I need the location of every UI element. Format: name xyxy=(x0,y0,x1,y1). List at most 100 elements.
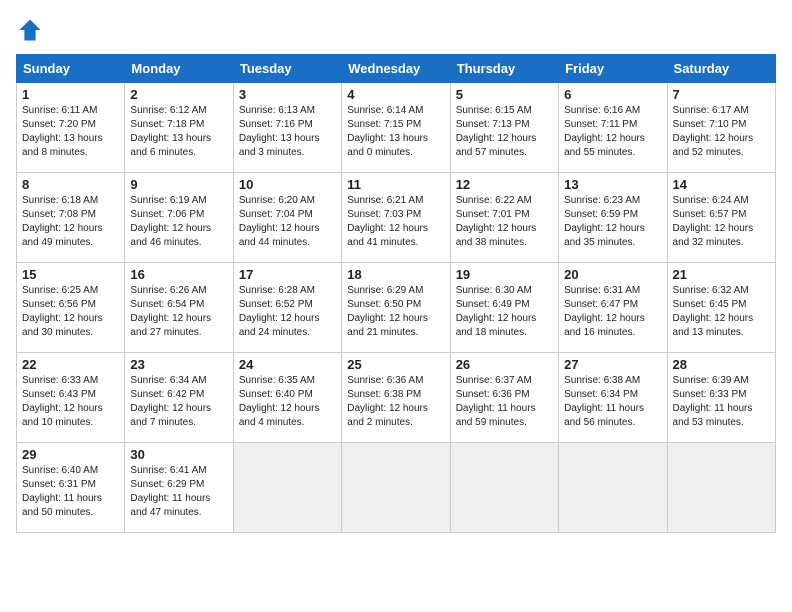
calendar-cell: 16 Sunrise: 6:26 AMSunset: 6:54 PMDaylig… xyxy=(125,263,233,353)
day-info: Sunrise: 6:15 AMSunset: 7:13 PMDaylight:… xyxy=(456,104,553,160)
day-number: 10 xyxy=(239,177,336,192)
col-header-saturday: Saturday xyxy=(667,55,775,83)
day-number: 1 xyxy=(22,87,119,102)
calendar-cell: 26 Sunrise: 6:37 AMSunset: 6:36 PMDaylig… xyxy=(450,353,558,443)
calendar-cell: 17 Sunrise: 6:28 AMSunset: 6:52 PMDaylig… xyxy=(233,263,341,353)
day-info: Sunrise: 6:19 AMSunset: 7:06 PMDaylight:… xyxy=(130,194,227,250)
day-info: Sunrise: 6:18 AMSunset: 7:08 PMDaylight:… xyxy=(22,194,119,250)
col-header-tuesday: Tuesday xyxy=(233,55,341,83)
day-info: Sunrise: 6:35 AMSunset: 6:40 PMDaylight:… xyxy=(239,374,336,430)
day-number: 14 xyxy=(673,177,770,192)
day-number: 19 xyxy=(456,267,553,282)
calendar-cell: 28 Sunrise: 6:39 AMSunset: 6:33 PMDaylig… xyxy=(667,353,775,443)
day-info: Sunrise: 6:13 AMSunset: 7:16 PMDaylight:… xyxy=(239,104,336,160)
calendar-cell: 15 Sunrise: 6:25 AMSunset: 6:56 PMDaylig… xyxy=(17,263,125,353)
day-info: Sunrise: 6:21 AMSunset: 7:03 PMDaylight:… xyxy=(347,194,444,250)
day-info: Sunrise: 6:26 AMSunset: 6:54 PMDaylight:… xyxy=(130,284,227,340)
day-number: 30 xyxy=(130,447,227,462)
calendar-cell: 20 Sunrise: 6:31 AMSunset: 6:47 PMDaylig… xyxy=(559,263,667,353)
day-info: Sunrise: 6:14 AMSunset: 7:15 PMDaylight:… xyxy=(347,104,444,160)
calendar-cell xyxy=(450,443,558,533)
calendar-cell: 10 Sunrise: 6:20 AMSunset: 7:04 PMDaylig… xyxy=(233,173,341,263)
calendar-cell: 3 Sunrise: 6:13 AMSunset: 7:16 PMDayligh… xyxy=(233,83,341,173)
calendar-cell: 22 Sunrise: 6:33 AMSunset: 6:43 PMDaylig… xyxy=(17,353,125,443)
day-number: 17 xyxy=(239,267,336,282)
day-number: 18 xyxy=(347,267,444,282)
week-row-3: 15 Sunrise: 6:25 AMSunset: 6:56 PMDaylig… xyxy=(17,263,776,353)
day-info: Sunrise: 6:32 AMSunset: 6:45 PMDaylight:… xyxy=(673,284,770,340)
day-number: 27 xyxy=(564,357,661,372)
day-info: Sunrise: 6:16 AMSunset: 7:11 PMDaylight:… xyxy=(564,104,661,160)
logo xyxy=(16,16,48,44)
calendar-cell: 5 Sunrise: 6:15 AMSunset: 7:13 PMDayligh… xyxy=(450,83,558,173)
week-row-1: 1 Sunrise: 6:11 AMSunset: 7:20 PMDayligh… xyxy=(17,83,776,173)
week-row-4: 22 Sunrise: 6:33 AMSunset: 6:43 PMDaylig… xyxy=(17,353,776,443)
calendar-cell: 14 Sunrise: 6:24 AMSunset: 6:57 PMDaylig… xyxy=(667,173,775,263)
day-number: 23 xyxy=(130,357,227,372)
calendar-table: SundayMondayTuesdayWednesdayThursdayFrid… xyxy=(16,54,776,533)
calendar-cell: 25 Sunrise: 6:36 AMSunset: 6:38 PMDaylig… xyxy=(342,353,450,443)
day-number: 7 xyxy=(673,87,770,102)
day-info: Sunrise: 6:12 AMSunset: 7:18 PMDaylight:… xyxy=(130,104,227,160)
col-header-monday: Monday xyxy=(125,55,233,83)
day-info: Sunrise: 6:33 AMSunset: 6:43 PMDaylight:… xyxy=(22,374,119,430)
logo-icon xyxy=(16,16,44,44)
calendar-cell: 9 Sunrise: 6:19 AMSunset: 7:06 PMDayligh… xyxy=(125,173,233,263)
col-header-thursday: Thursday xyxy=(450,55,558,83)
week-row-5: 29 Sunrise: 6:40 AMSunset: 6:31 PMDaylig… xyxy=(17,443,776,533)
day-info: Sunrise: 6:37 AMSunset: 6:36 PMDaylight:… xyxy=(456,374,553,430)
day-number: 4 xyxy=(347,87,444,102)
calendar-cell: 23 Sunrise: 6:34 AMSunset: 6:42 PMDaylig… xyxy=(125,353,233,443)
day-number: 12 xyxy=(456,177,553,192)
day-info: Sunrise: 6:41 AMSunset: 6:29 PMDaylight:… xyxy=(130,464,227,520)
day-info: Sunrise: 6:31 AMSunset: 6:47 PMDaylight:… xyxy=(564,284,661,340)
day-number: 16 xyxy=(130,267,227,282)
day-number: 24 xyxy=(239,357,336,372)
calendar-cell: 7 Sunrise: 6:17 AMSunset: 7:10 PMDayligh… xyxy=(667,83,775,173)
day-number: 25 xyxy=(347,357,444,372)
calendar-cell: 11 Sunrise: 6:21 AMSunset: 7:03 PMDaylig… xyxy=(342,173,450,263)
day-info: Sunrise: 6:29 AMSunset: 6:50 PMDaylight:… xyxy=(347,284,444,340)
col-header-sunday: Sunday xyxy=(17,55,125,83)
day-info: Sunrise: 6:25 AMSunset: 6:56 PMDaylight:… xyxy=(22,284,119,340)
calendar-cell xyxy=(342,443,450,533)
day-number: 29 xyxy=(22,447,119,462)
day-info: Sunrise: 6:30 AMSunset: 6:49 PMDaylight:… xyxy=(456,284,553,340)
calendar-cell xyxy=(667,443,775,533)
day-number: 3 xyxy=(239,87,336,102)
calendar-cell: 12 Sunrise: 6:22 AMSunset: 7:01 PMDaylig… xyxy=(450,173,558,263)
day-info: Sunrise: 6:23 AMSunset: 6:59 PMDaylight:… xyxy=(564,194,661,250)
day-info: Sunrise: 6:28 AMSunset: 6:52 PMDaylight:… xyxy=(239,284,336,340)
day-number: 13 xyxy=(564,177,661,192)
header-row: SundayMondayTuesdayWednesdayThursdayFrid… xyxy=(17,55,776,83)
day-number: 6 xyxy=(564,87,661,102)
calendar-cell: 1 Sunrise: 6:11 AMSunset: 7:20 PMDayligh… xyxy=(17,83,125,173)
page-header xyxy=(16,16,776,44)
calendar-cell: 24 Sunrise: 6:35 AMSunset: 6:40 PMDaylig… xyxy=(233,353,341,443)
day-info: Sunrise: 6:24 AMSunset: 6:57 PMDaylight:… xyxy=(673,194,770,250)
day-number: 11 xyxy=(347,177,444,192)
calendar-cell xyxy=(559,443,667,533)
week-row-2: 8 Sunrise: 6:18 AMSunset: 7:08 PMDayligh… xyxy=(17,173,776,263)
day-info: Sunrise: 6:22 AMSunset: 7:01 PMDaylight:… xyxy=(456,194,553,250)
col-header-friday: Friday xyxy=(559,55,667,83)
calendar-cell: 30 Sunrise: 6:41 AMSunset: 6:29 PMDaylig… xyxy=(125,443,233,533)
day-number: 15 xyxy=(22,267,119,282)
day-info: Sunrise: 6:38 AMSunset: 6:34 PMDaylight:… xyxy=(564,374,661,430)
calendar-cell: 4 Sunrise: 6:14 AMSunset: 7:15 PMDayligh… xyxy=(342,83,450,173)
day-info: Sunrise: 6:40 AMSunset: 6:31 PMDaylight:… xyxy=(22,464,119,520)
calendar-cell: 21 Sunrise: 6:32 AMSunset: 6:45 PMDaylig… xyxy=(667,263,775,353)
calendar-cell xyxy=(233,443,341,533)
calendar-cell: 29 Sunrise: 6:40 AMSunset: 6:31 PMDaylig… xyxy=(17,443,125,533)
day-number: 2 xyxy=(130,87,227,102)
day-info: Sunrise: 6:36 AMSunset: 6:38 PMDaylight:… xyxy=(347,374,444,430)
calendar-cell: 2 Sunrise: 6:12 AMSunset: 7:18 PMDayligh… xyxy=(125,83,233,173)
day-info: Sunrise: 6:39 AMSunset: 6:33 PMDaylight:… xyxy=(673,374,770,430)
day-info: Sunrise: 6:20 AMSunset: 7:04 PMDaylight:… xyxy=(239,194,336,250)
col-header-wednesday: Wednesday xyxy=(342,55,450,83)
calendar-cell: 8 Sunrise: 6:18 AMSunset: 7:08 PMDayligh… xyxy=(17,173,125,263)
day-number: 21 xyxy=(673,267,770,282)
day-number: 28 xyxy=(673,357,770,372)
day-info: Sunrise: 6:11 AMSunset: 7:20 PMDaylight:… xyxy=(22,104,119,160)
calendar-cell: 19 Sunrise: 6:30 AMSunset: 6:49 PMDaylig… xyxy=(450,263,558,353)
